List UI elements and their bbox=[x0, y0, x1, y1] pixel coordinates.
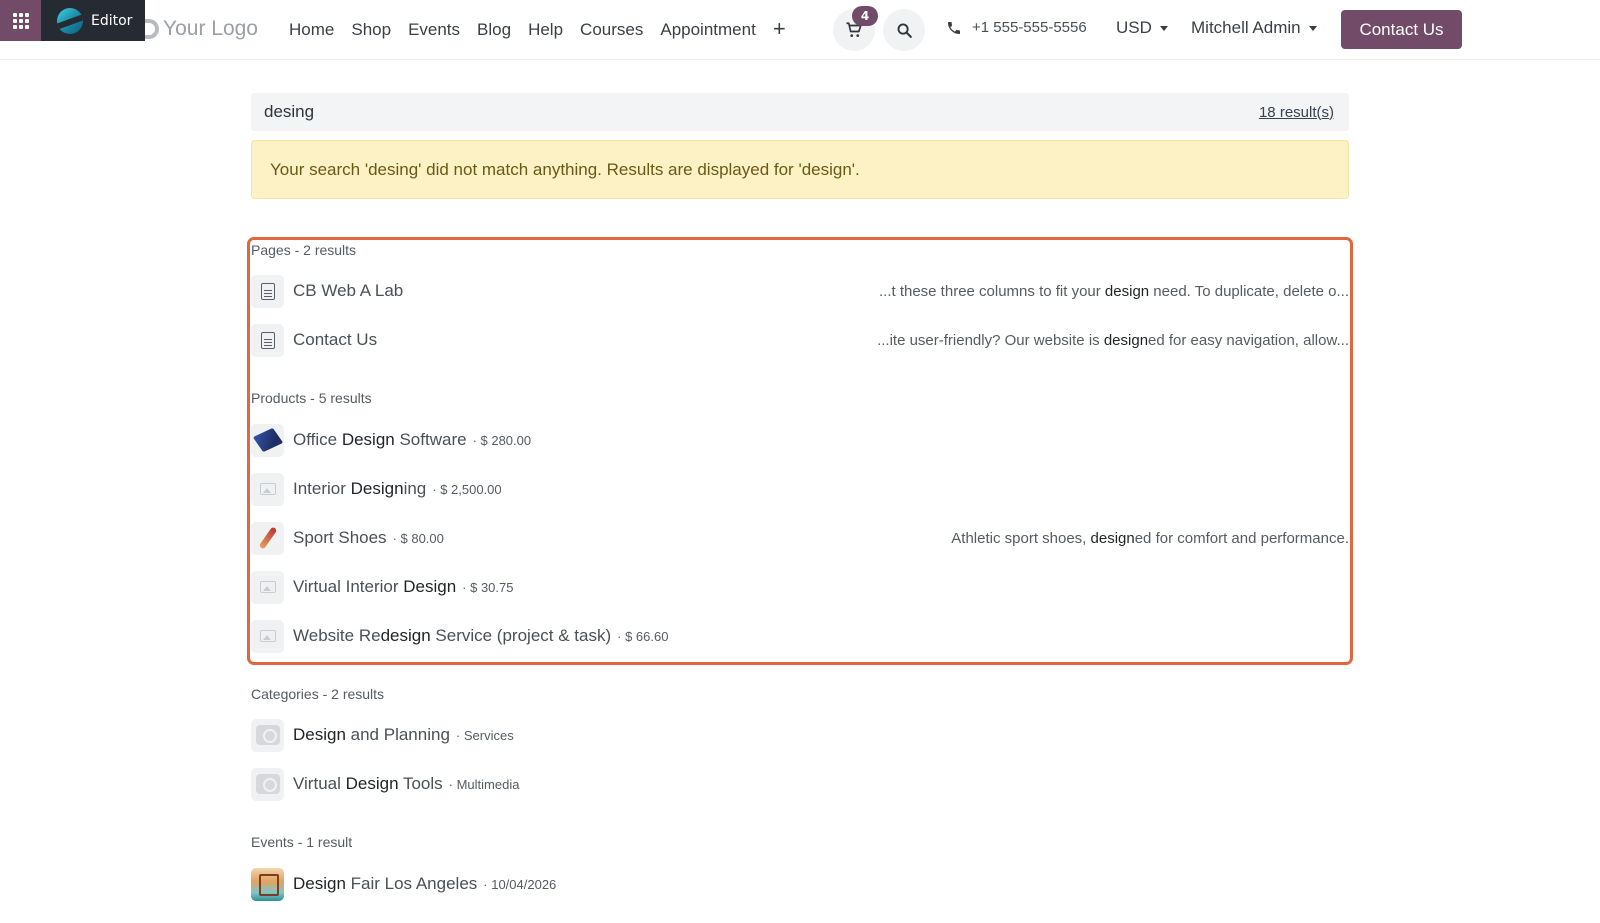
menu-item-help[interactable]: Help bbox=[528, 18, 563, 42]
cart-count-badge: 4 bbox=[852, 6, 878, 26]
menu-item-courses[interactable]: Courses bbox=[580, 18, 643, 42]
category-thumb bbox=[251, 767, 284, 801]
editor-label: Editor bbox=[91, 12, 133, 29]
currency-dropdown[interactable]: USD bbox=[1116, 18, 1168, 38]
document-icon bbox=[260, 331, 275, 349]
chevron-down-icon bbox=[1308, 25, 1317, 31]
image-placeholder-icon bbox=[259, 630, 276, 642]
image-placeholder-icon bbox=[259, 483, 276, 495]
result-price: · $ 2,500.00 bbox=[432, 481, 502, 497]
result-price: · $ 30.75 bbox=[462, 579, 514, 595]
result-name: Virtual Design Tools bbox=[293, 774, 443, 793]
menu-item-blog[interactable]: Blog bbox=[477, 18, 511, 42]
phone-link[interactable]: +1 555-555-5556 bbox=[946, 19, 1087, 36]
result-item-page[interactable]: CB Web A Lab ...t these three columns to… bbox=[251, 274, 1349, 308]
user-menu-dropdown[interactable]: Mitchell Admin bbox=[1191, 18, 1317, 38]
result-description: ...ite user-friendly? Our website is des… bbox=[877, 331, 1349, 349]
editor-button[interactable]: Editor bbox=[41, 0, 145, 41]
result-description: ...t these three columns to fit your des… bbox=[878, 282, 1349, 300]
page-thumb bbox=[251, 274, 284, 308]
result-event-date: · 10/04/2026 bbox=[483, 876, 557, 892]
result-item-product[interactable]: Office Design Software · $ 280.00 bbox=[251, 423, 1349, 457]
result-count-link[interactable]: 18 result(s) bbox=[1259, 104, 1334, 121]
result-item-event[interactable]: Design Fair Los Angeles · 10/04/2026 bbox=[251, 867, 1349, 901]
site-logo[interactable]: Your Logo bbox=[143, 14, 258, 44]
product-thumb bbox=[251, 619, 284, 653]
result-name: Design Fair Los Angeles bbox=[293, 874, 478, 893]
group-title-events: Events - 1 result bbox=[251, 834, 353, 850]
result-name: Virtual Interior Design bbox=[293, 577, 457, 596]
product-thumb bbox=[251, 423, 284, 457]
search-query-text: desing bbox=[264, 102, 315, 121]
menu-item-events[interactable]: Events bbox=[408, 18, 460, 42]
group-title-categories: Categories - 2 results bbox=[251, 686, 385, 702]
camera-placeholder-icon bbox=[255, 774, 280, 794]
result-parent-category: · Services bbox=[455, 727, 514, 743]
chevron-down-icon bbox=[1159, 25, 1168, 31]
fuzzy-search-alert: Your search 'desing' did not match anyth… bbox=[251, 140, 1349, 199]
result-name: CB Web A Lab bbox=[293, 281, 404, 300]
currency-label: USD bbox=[1116, 18, 1152, 37]
result-item-product[interactable]: Virtual Interior Design · $ 30.75 bbox=[251, 570, 1349, 604]
phone-icon bbox=[948, 21, 960, 34]
menu-item-shop[interactable]: Shop bbox=[351, 18, 391, 42]
result-price: · $ 80.00 bbox=[392, 530, 444, 546]
event-image-icon bbox=[251, 867, 284, 901]
result-description: Athletic sport shoes, designed for comfo… bbox=[951, 529, 1349, 547]
search-button[interactable] bbox=[883, 9, 925, 51]
image-placeholder-icon bbox=[259, 581, 276, 593]
contact-us-button[interactable]: Contact Us bbox=[1341, 10, 1462, 49]
result-price: · $ 280.00 bbox=[472, 432, 532, 448]
result-item-category[interactable]: Design and Planning · Services bbox=[251, 718, 1349, 752]
main-menu: Home Shop Events Blog Help Courses Appoi… bbox=[289, 18, 786, 42]
shoe-icon bbox=[258, 526, 277, 550]
add-menu-item-button[interactable]: + bbox=[773, 18, 786, 42]
result-parent-category: · Multimedia bbox=[448, 776, 520, 792]
product-thumb bbox=[251, 570, 284, 604]
odoo-logo-icon bbox=[57, 7, 83, 34]
product-thumb bbox=[251, 521, 284, 555]
menu-item-appointment[interactable]: Appointment bbox=[660, 18, 755, 42]
result-name: Sport Shoes bbox=[293, 528, 387, 547]
result-price: · $ 66.60 bbox=[617, 628, 669, 644]
logo-text: Your Logo bbox=[163, 17, 258, 40]
page-thumb bbox=[251, 323, 284, 357]
result-name: Interior Designing bbox=[293, 479, 427, 498]
result-item-product[interactable]: Sport Shoes · $ 80.00 Athletic sport sho… bbox=[251, 521, 1349, 555]
event-thumb bbox=[251, 867, 284, 901]
phone-number: +1 555-555-5556 bbox=[972, 19, 1087, 36]
user-name: Mitchell Admin bbox=[1191, 18, 1301, 37]
apps-grid-icon bbox=[12, 12, 29, 29]
search-input[interactable]: desing 18 result(s) bbox=[251, 93, 1349, 131]
apps-menu-button[interactable] bbox=[0, 0, 41, 41]
result-item-category[interactable]: Virtual Design Tools · Multimedia bbox=[251, 767, 1349, 801]
result-item-product[interactable]: Interior Designing · $ 2,500.00 bbox=[251, 472, 1349, 506]
search-icon bbox=[897, 23, 912, 38]
document-icon bbox=[260, 282, 275, 300]
editor-bar: Editor bbox=[0, 0, 145, 41]
product-thumb bbox=[251, 472, 284, 506]
category-thumb bbox=[251, 718, 284, 752]
menu-item-home[interactable]: Home bbox=[289, 18, 334, 42]
camera-placeholder-icon bbox=[255, 725, 280, 745]
result-name: Office Design Software bbox=[293, 430, 467, 449]
result-name: Design and Planning bbox=[293, 725, 450, 744]
group-title-pages: Pages - 2 results bbox=[251, 242, 357, 258]
software-box-icon bbox=[252, 427, 283, 453]
top-navbar: Editor Your Logo Home Shop Events Blog H… bbox=[0, 0, 1600, 60]
result-item-product[interactable]: Website Redesign Service (project & task… bbox=[251, 619, 1349, 653]
logo-mark-icon bbox=[143, 19, 159, 39]
group-title-products: Products - 5 results bbox=[251, 390, 372, 406]
result-name: Website Redesign Service (project & task… bbox=[293, 626, 612, 645]
result-name: Contact Us bbox=[293, 330, 378, 349]
result-item-page[interactable]: Contact Us ...ite user-friendly? Our web… bbox=[251, 323, 1349, 357]
